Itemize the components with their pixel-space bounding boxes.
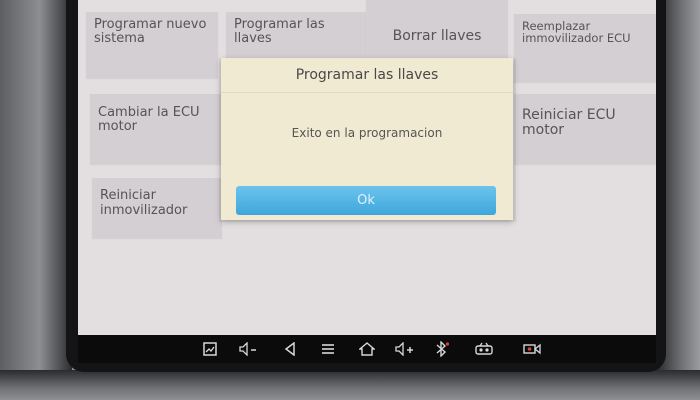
navigation-bar bbox=[78, 335, 656, 363]
tile-restart-immobilizer[interactable]: Reiniciar inmovilizador bbox=[92, 178, 222, 238]
back-icon[interactable] bbox=[282, 340, 298, 358]
success-dialog: Programar las llaves Exito en la program… bbox=[221, 58, 513, 220]
volume-up-icon[interactable] bbox=[394, 340, 416, 358]
tile-label: Programar nuevo sistema bbox=[94, 17, 207, 46]
tile-label: Borrar llaves bbox=[392, 28, 482, 44]
bluetooth-icon[interactable] bbox=[434, 340, 450, 358]
menu-icon[interactable] bbox=[320, 340, 336, 358]
dialog-title: Programar las llaves bbox=[221, 58, 513, 93]
tile-restart-ecu[interactable]: Reiniciar ECU motor bbox=[514, 94, 656, 164]
screenshot-icon[interactable] bbox=[202, 340, 218, 358]
ok-button[interactable]: Ok bbox=[236, 186, 496, 215]
tile-label: Reiniciar ECU motor bbox=[522, 107, 616, 138]
tablet-screen: Programar nuevo sistema Programar las ll… bbox=[78, 0, 656, 335]
tile-change-ecu[interactable]: Cambiar la ECU motor bbox=[90, 94, 224, 164]
vci-icon[interactable] bbox=[474, 340, 494, 358]
tile-label: Cambiar la ECU motor bbox=[98, 105, 200, 134]
home-icon[interactable] bbox=[358, 340, 376, 358]
screen-record-icon[interactable] bbox=[522, 340, 542, 358]
tile-label: Reemplazar immovilizador ECU bbox=[522, 19, 631, 45]
dialog-message: Exito en la programacion bbox=[291, 126, 443, 140]
tile-replace-immobilizer[interactable]: Reemplazar immovilizador ECU bbox=[514, 14, 656, 82]
tile-program-new-system[interactable]: Programar nuevo sistema bbox=[86, 12, 218, 78]
tile-label: Reiniciar inmovilizador bbox=[100, 188, 188, 218]
volume-down-icon[interactable] bbox=[238, 340, 260, 358]
tile-label: Programar las llaves bbox=[234, 17, 325, 46]
device-bezel-bottom bbox=[0, 370, 700, 400]
device-bezel-left bbox=[0, 0, 72, 400]
